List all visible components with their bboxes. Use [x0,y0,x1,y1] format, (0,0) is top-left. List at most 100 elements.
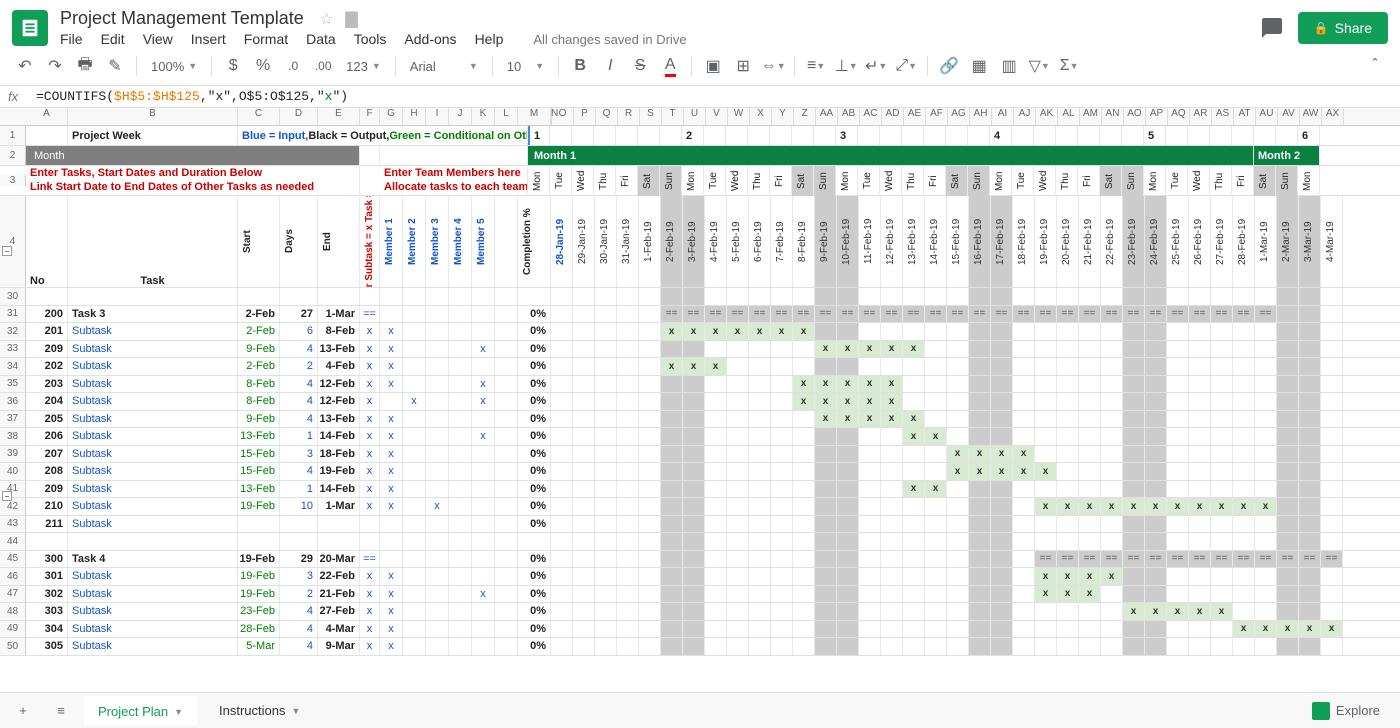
cell[interactable] [1057,516,1079,533]
cell[interactable]: x [380,586,403,603]
cell[interactable]: Days [280,196,318,287]
cell[interactable]: 209 [26,341,68,358]
cell[interactable] [426,533,449,550]
cell[interactable] [1057,393,1079,410]
cell[interactable] [551,498,573,515]
cell[interactable] [1101,533,1123,550]
cell[interactable] [403,551,426,568]
cell[interactable] [1211,288,1233,305]
cell[interactable] [1101,428,1123,445]
col-header[interactable]: AP [1146,108,1168,125]
cell[interactable] [617,463,639,480]
cell[interactable] [661,341,683,358]
cell[interactable]: Wed [1034,166,1056,196]
cell[interactable] [1188,126,1210,145]
cell[interactable]: 11-Feb-19 [859,196,881,287]
cell[interactable]: Sat [946,166,968,196]
row-header[interactable]: 30 [0,288,26,305]
cell[interactable] [616,126,638,145]
cell[interactable] [1299,498,1321,515]
cell[interactable] [495,288,518,305]
cell[interactable] [551,603,573,620]
cell[interactable] [1167,621,1189,638]
cell[interactable]: x [881,411,903,428]
cell[interactable] [1123,393,1145,410]
cell[interactable] [573,638,595,655]
cell[interactable] [661,551,683,568]
cell[interactable] [1321,516,1343,533]
cell[interactable] [639,621,661,638]
menu-insert[interactable]: Insert [191,31,226,47]
col-header[interactable]: I [426,108,449,125]
cell[interactable] [727,446,749,463]
row-header[interactable]: 49 [0,621,26,638]
cell[interactable]: x [380,341,403,358]
col-header[interactable]: AO [1124,108,1146,125]
cell[interactable]: 13-Feb-19 [903,196,925,287]
cell[interactable]: x [881,376,903,393]
cell[interactable]: == [815,306,837,323]
cell[interactable] [595,428,617,445]
star-icon[interactable]: ☆ [319,11,333,28]
col-header[interactable]: E [318,108,360,125]
cell[interactable] [705,586,727,603]
cell[interactable] [969,568,991,585]
cell[interactable]: 10-Feb-19 [837,196,859,287]
cell[interactable] [573,358,595,375]
cell[interactable] [1299,358,1321,375]
cell[interactable] [1166,126,1188,145]
cell[interactable] [991,393,1013,410]
cell[interactable] [771,638,793,655]
cell[interactable]: x [661,358,683,375]
cell[interactable] [1211,586,1233,603]
cell[interactable]: 1 [280,481,318,498]
cell[interactable] [1057,638,1079,655]
cell[interactable] [881,516,903,533]
cell[interactable] [26,288,68,305]
menu-tools[interactable]: Tools [354,31,387,47]
cell[interactable]: 0% [518,306,551,323]
cell[interactable] [594,126,616,145]
cell[interactable]: Mon [1298,166,1320,196]
cell[interactable] [495,463,518,480]
cell[interactable] [925,516,947,533]
cell[interactable] [639,393,661,410]
cell[interactable] [771,393,793,410]
cell[interactable] [991,568,1013,585]
cell[interactable] [1167,446,1189,463]
cell[interactable] [859,533,881,550]
cell[interactable] [318,288,360,305]
cell[interactable] [1079,516,1101,533]
cell[interactable]: == [1079,551,1101,568]
cell[interactable] [903,638,925,655]
cell[interactable] [1299,463,1321,480]
cell[interactable]: == [1057,551,1079,568]
cell[interactable] [925,533,947,550]
cell[interactable] [793,341,815,358]
cell[interactable]: 5 [1144,126,1166,145]
cell[interactable]: == [1321,551,1343,568]
cell[interactable] [1321,586,1343,603]
cell[interactable] [1211,411,1233,428]
cell[interactable]: x [380,621,403,638]
cell[interactable]: x [1101,498,1123,515]
cell[interactable] [380,393,403,410]
cell[interactable] [969,376,991,393]
cell[interactable] [426,288,449,305]
cell[interactable]: x [925,481,947,498]
cell[interactable] [705,341,727,358]
cell[interactable]: x [472,376,495,393]
cell[interactable]: x [1101,568,1123,585]
cell[interactable] [449,428,472,445]
rotate-icon[interactable]: ⤢▼ [893,53,919,79]
cell[interactable] [1079,621,1101,638]
cell[interactable] [1101,323,1123,340]
cell[interactable] [1189,446,1211,463]
cell[interactable]: 208 [26,463,68,480]
cell[interactable] [472,498,495,515]
cell[interactable] [403,568,426,585]
cell[interactable] [1321,288,1343,305]
cell[interactable]: Sun [968,166,990,196]
cell[interactable] [859,446,881,463]
row-group-collapse[interactable]: − [2,246,12,256]
